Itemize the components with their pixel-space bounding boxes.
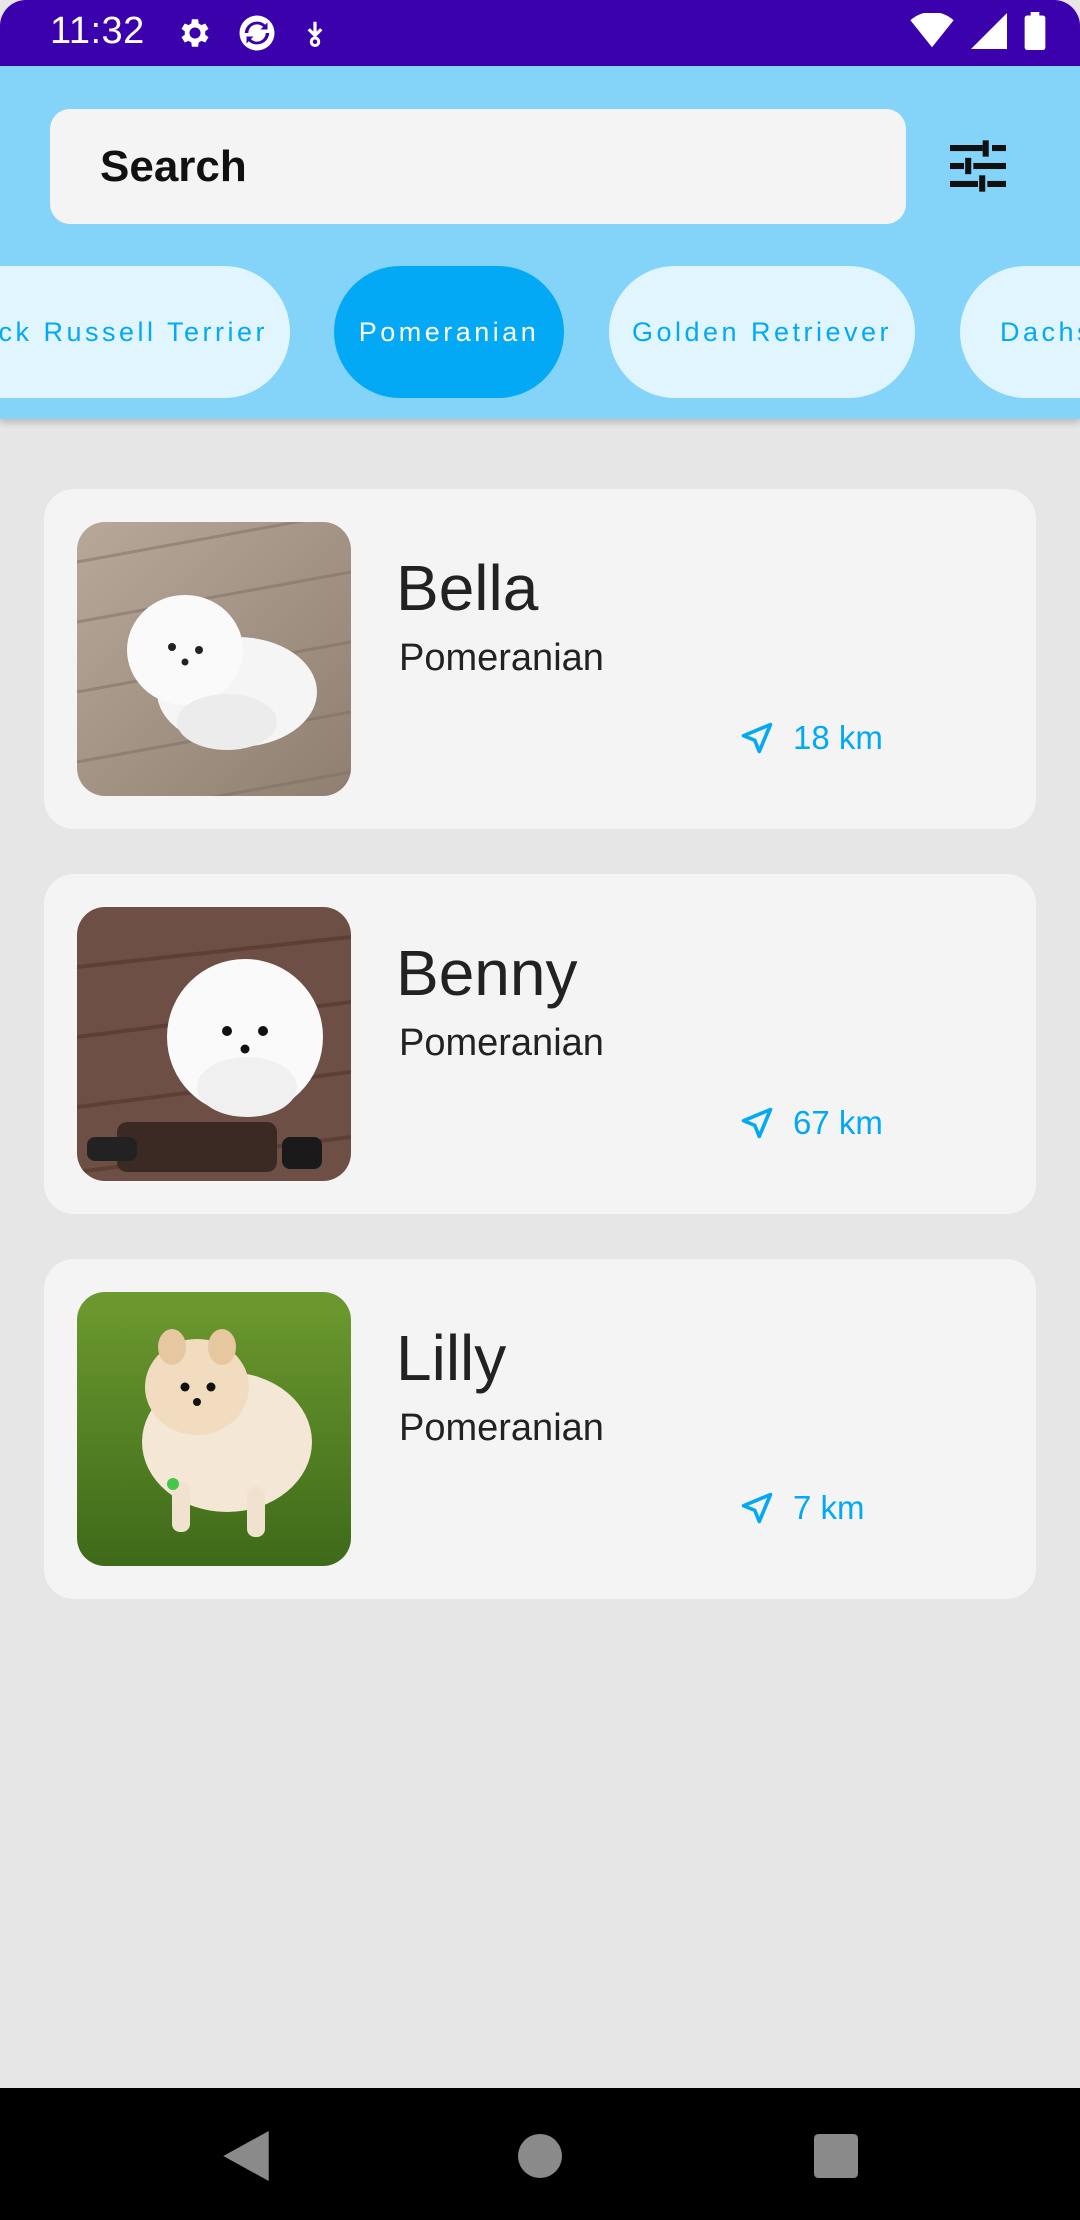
distance-label: 67 km	[793, 1104, 883, 1141]
filter-button[interactable]	[938, 130, 1018, 202]
gear-icon	[181, 19, 209, 47]
sync-icon	[239, 15, 275, 51]
dog-breed: Pomeranian	[399, 637, 604, 679]
chip-label: Pomeranian	[358, 316, 540, 347]
dog-distance: 7 km	[739, 1489, 865, 1527]
dog-name: Bella	[396, 552, 539, 624]
chip-pomeranian[interactable]: Pomeranian	[334, 266, 564, 398]
dog-photo	[77, 1292, 351, 1566]
chip-golden-retriever[interactable]: Golden Retriever	[609, 266, 915, 398]
recents-icon	[814, 2134, 858, 2178]
chip-label: Golden Retriever	[631, 316, 893, 347]
dog-breed: Pomeranian	[399, 1407, 604, 1449]
dog-distance: 18 km	[739, 719, 883, 757]
dog-photo	[77, 522, 351, 796]
dog-name: Lilly	[396, 1322, 507, 1394]
breed-chips: Jack Russell Terrier Pomeranian Golden R…	[0, 266, 1080, 398]
chip-jack-russell-terrier[interactable]: Jack Russell Terrier	[0, 266, 290, 398]
distance-label: 7 km	[793, 1489, 865, 1526]
dog-card[interactable]: Benny Pomeranian 67 km	[44, 874, 1036, 1214]
back-button[interactable]	[218, 2128, 274, 2184]
home-icon	[518, 2134, 562, 2178]
home-button[interactable]	[512, 2128, 568, 2184]
search-input[interactable]: Search	[50, 109, 906, 224]
back-icon	[223, 2131, 269, 2181]
dog-card[interactable]: Lilly Pomeranian 7 km	[44, 1259, 1036, 1599]
dog-breed: Pomeranian	[399, 1022, 604, 1064]
download-icon	[307, 21, 323, 47]
navigation-icon	[741, 1107, 773, 1139]
signal-icon	[971, 13, 1007, 49]
navigation-icon	[741, 1492, 773, 1524]
search-placeholder: Search	[100, 141, 247, 191]
chip-label: Jack Russell Terrier	[0, 316, 268, 347]
battery-icon	[1024, 12, 1046, 50]
dog-distance: 67 km	[739, 1104, 883, 1142]
chip-label: Dachshund	[1000, 316, 1080, 347]
chip-dachshund[interactable]: Dachshund	[960, 266, 1080, 398]
dog-photo	[77, 907, 351, 1181]
status-time: 11:32	[50, 10, 145, 52]
tune-icon	[950, 140, 1006, 192]
dog-name: Benny	[396, 937, 578, 1009]
recents-button[interactable]	[808, 2128, 864, 2184]
distance-label: 18 km	[793, 719, 883, 756]
navigation-icon	[741, 722, 773, 754]
header: Search Jack Russell Terrier Pomeranian G	[0, 66, 1080, 419]
wifi-icon	[910, 13, 954, 48]
status-bar: 11:32	[0, 0, 1080, 66]
dog-card[interactable]: Bella Pomeranian 18 km	[44, 489, 1036, 829]
navigation-bar	[0, 2088, 1080, 2220]
